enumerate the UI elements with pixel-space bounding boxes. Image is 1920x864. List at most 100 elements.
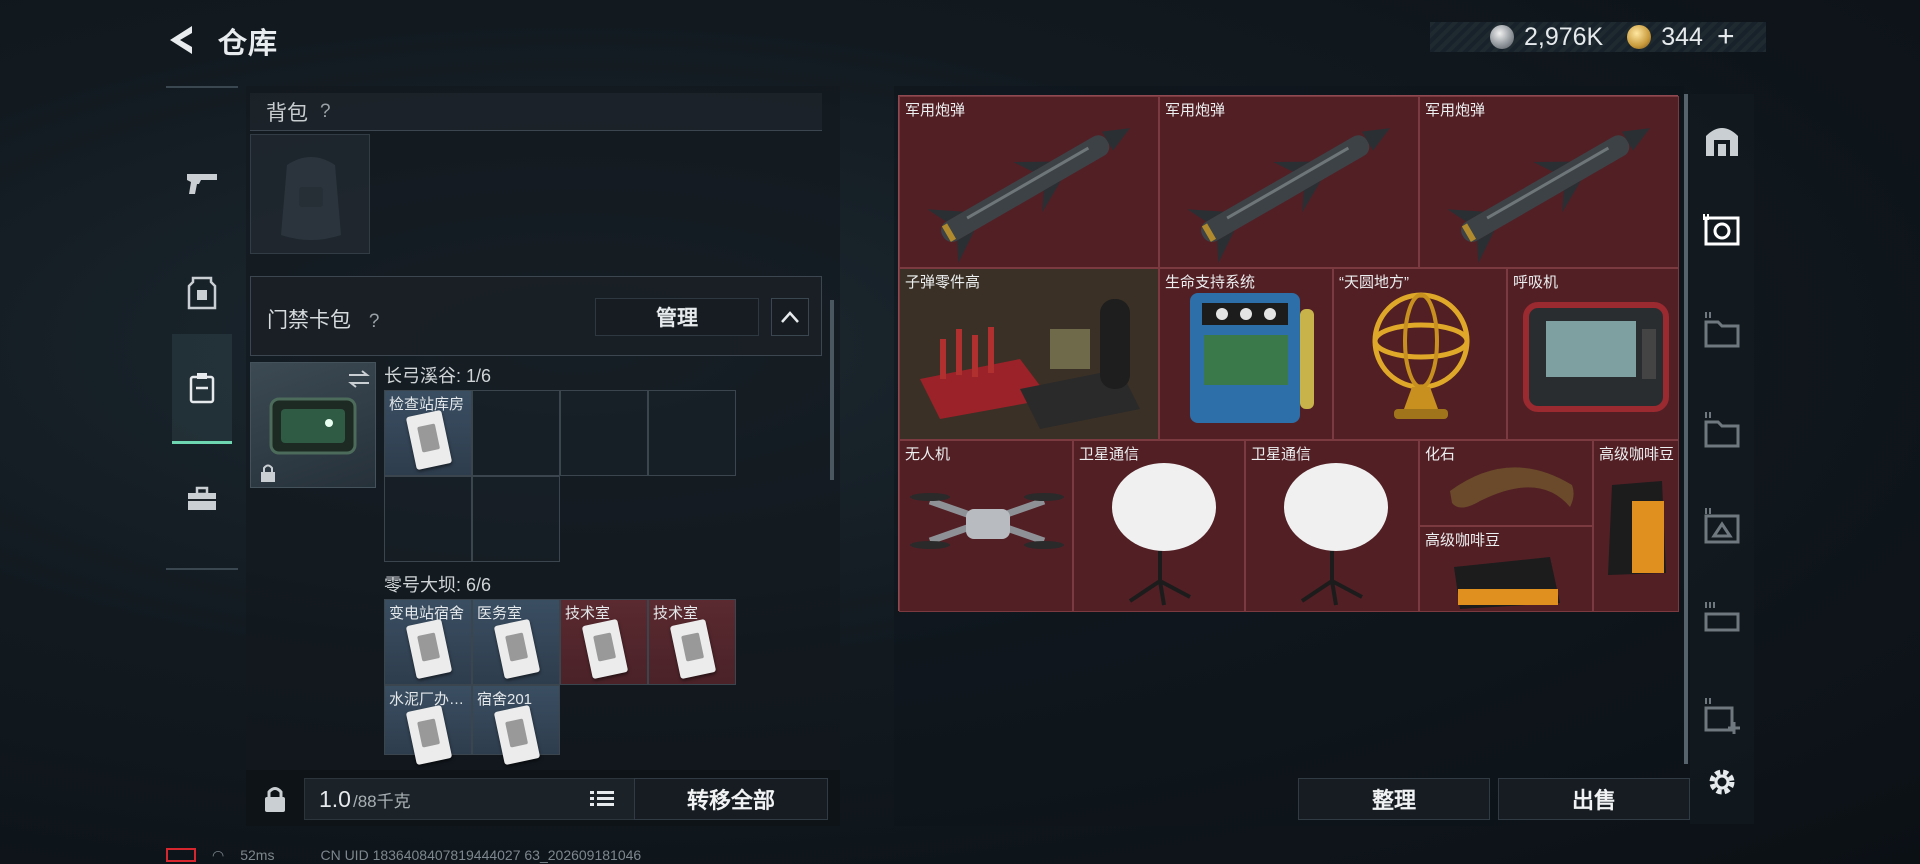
item-name: 卫星通信 — [1079, 446, 1140, 463]
stash-item-drone[interactable]: 无人机 — [899, 440, 1073, 612]
keycard-slot[interactable]: 检查站库房 — [384, 390, 472, 476]
keycard-slot[interactable]: 宿舍201 — [472, 685, 560, 766]
stash-grid: 军用炮弹 军用炮弹 军用炮弹 子弹零件高 生命支持系统 “天圆地方” 呼吸机 无… — [898, 95, 1679, 612]
keycard-icon — [669, 618, 717, 680]
tab-storage-add[interactable] — [1698, 692, 1746, 740]
stash-item-missile[interactable]: 军用炮弹 — [1159, 96, 1419, 268]
missile-icon — [927, 128, 1130, 263]
keycard-slot[interactable]: 水泥厂办… — [384, 685, 472, 766]
keycard-label: 变电站宿舍 — [389, 605, 465, 622]
backpack-slot[interactable] — [250, 134, 370, 254]
keycard-slot[interactable]: 技术室 — [560, 599, 648, 685]
keycard-slot[interactable]: 变电站宿舍 — [384, 599, 472, 685]
storage-box-add-icon — [1704, 698, 1740, 734]
keycard-case-item[interactable] — [250, 362, 376, 488]
item-name: 生命支持系统 — [1165, 274, 1256, 291]
stash-scrollbar[interactable] — [1684, 94, 1688, 764]
keycard-help-icon[interactable]: ? — [369, 311, 380, 332]
item-name: 高级咖啡豆 — [1599, 446, 1675, 463]
armillary-sphere-icon — [1372, 292, 1470, 419]
storage-box-iv-icon — [1704, 508, 1740, 544]
stash-item-life-support[interactable]: 生命支持系统 — [1159, 268, 1333, 440]
category-rail — [166, 86, 238, 570]
silver-amount: 2,976K — [1524, 22, 1604, 51]
keycard-slot[interactable]: 技术室 — [648, 599, 736, 685]
left-scrollbar[interactable] — [830, 300, 834, 480]
empty-slot[interactable] — [472, 390, 560, 476]
storage-box-iv-icon — [1703, 214, 1740, 246]
empty-slot[interactable] — [384, 476, 472, 562]
stash-item-ammo-parts[interactable]: 子弹零件高 — [899, 268, 1159, 440]
keycard-icon — [493, 618, 541, 680]
status-bar: ◠ 52ms CN UID 1836408407819444027 63_202… — [166, 846, 866, 864]
coffee-bag-icon — [1608, 481, 1666, 575]
add-currency-button[interactable]: + — [1717, 20, 1735, 54]
armor-icon — [187, 276, 217, 310]
item-name: 化石 — [1425, 446, 1456, 463]
lock-icon — [261, 464, 275, 482]
settings-button[interactable] — [1698, 758, 1746, 806]
backpack-silhouette-icon — [281, 157, 341, 240]
satellite-dish-icon — [1284, 463, 1388, 606]
sell-button[interactable]: 出售 — [1498, 778, 1690, 820]
tab-storage-4[interactable] — [1698, 502, 1746, 550]
backpack-help-icon[interactable]: ? — [320, 101, 331, 123]
item-name: 呼吸机 — [1513, 274, 1559, 291]
tab-storage-1[interactable] — [1698, 206, 1746, 254]
transfer-all-button[interactable]: 转移全部 — [634, 778, 828, 820]
swap-icon[interactable] — [347, 369, 371, 389]
life-support-icon — [1190, 293, 1314, 423]
keycard-case-icon — [189, 372, 215, 403]
stash-item-satellite[interactable]: 卫星通信 — [1073, 440, 1245, 612]
gold-coin-icon — [1627, 25, 1652, 49]
keycard-icon — [581, 618, 629, 680]
page-title: 仓库 — [218, 28, 279, 60]
keycard-label: 宿舍201 — [477, 691, 533, 708]
keycard-icon — [405, 409, 453, 471]
rail-item-cases[interactable] — [172, 444, 232, 554]
stash-item-fossil[interactable]: 化石 — [1419, 440, 1593, 526]
rail-item-weapons[interactable] — [172, 128, 232, 238]
gold-amount: 344 — [1661, 22, 1703, 51]
empty-slot[interactable] — [648, 390, 736, 476]
item-name: 军用炮弹 — [1425, 102, 1486, 119]
padlock-icon — [265, 787, 285, 812]
ventilator-icon — [1523, 302, 1669, 412]
stash-item-satellite[interactable]: 卫星通信 — [1245, 440, 1419, 612]
silver-coin-icon — [1490, 25, 1514, 49]
item-name: 无人机 — [905, 446, 951, 463]
stash-item-coffee[interactable]: 高级咖啡豆 — [1593, 440, 1679, 612]
drone-icon — [910, 493, 1064, 549]
stash-item-missile[interactable]: 军用炮弹 — [899, 96, 1159, 268]
manage-button[interactable]: 管理 — [595, 298, 759, 336]
tab-vault[interactable] — [1698, 116, 1746, 164]
stash-item-coffee[interactable]: 高级咖啡豆 — [1419, 526, 1593, 612]
sort-button[interactable]: 整理 — [1298, 778, 1490, 820]
keycard-label: 检查站库房 — [389, 396, 465, 413]
stash-tab-rail — [1690, 94, 1754, 824]
tab-storage-3[interactable] — [1698, 406, 1746, 454]
ammo-parts-icon — [920, 299, 1140, 429]
list-view-button[interactable] — [586, 784, 618, 814]
tab-storage-5[interactable] — [1698, 596, 1746, 644]
section-label-longbow-valley: 长弓溪谷: 1/6 — [384, 366, 492, 386]
keycard-label: 医务室 — [477, 605, 523, 622]
weight-max: /88千克 — [352, 791, 411, 811]
tab-storage-2[interactable] — [1698, 306, 1746, 354]
lock-button[interactable] — [260, 784, 290, 814]
section-label-zero-dam: 零号大坝: 6/6 — [384, 575, 492, 595]
back-button[interactable] — [162, 20, 202, 60]
empty-slot[interactable] — [472, 476, 560, 562]
empty-slot[interactable] — [560, 390, 648, 476]
rail-item-armor[interactable] — [172, 238, 232, 348]
collapse-button[interactable] — [771, 298, 809, 336]
stash-item-missile[interactable]: 军用炮弹 — [1419, 96, 1679, 268]
back-arrow-icon — [170, 26, 192, 54]
backpack-footer: 1.0 /88千克 转移全部 — [246, 770, 840, 826]
stash-item-ventilator[interactable]: 呼吸机 — [1507, 268, 1679, 440]
list-icon — [590, 791, 614, 806]
pistol-icon — [187, 174, 217, 194]
keycard-slot[interactable]: 医务室 — [472, 599, 560, 685]
stash-item-armillary[interactable]: “天圆地方” — [1333, 268, 1507, 440]
rail-item-keycards[interactable] — [172, 334, 232, 444]
